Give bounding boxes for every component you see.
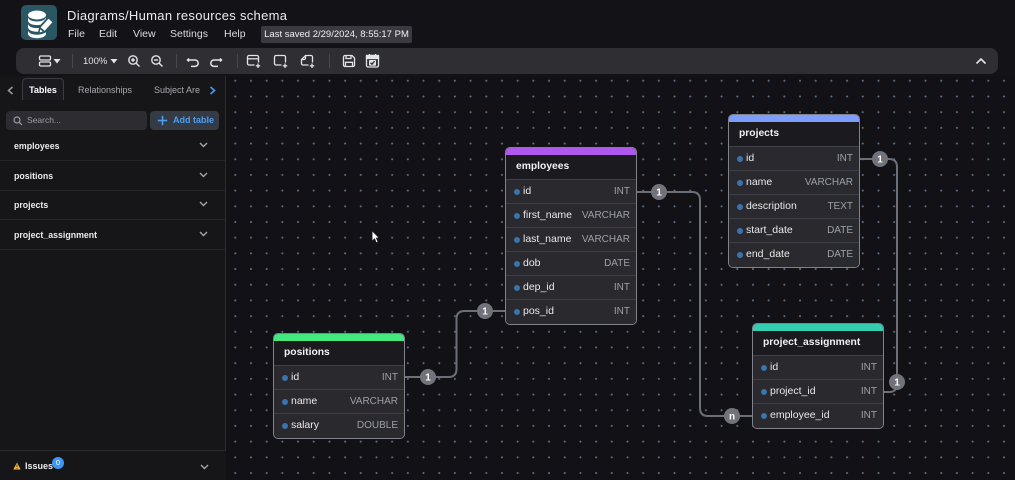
svg-text:1: 1 — [425, 373, 431, 384]
svg-text:1: 1 — [656, 188, 662, 199]
svg-text:1: 1 — [894, 378, 900, 389]
svg-text:1: 1 — [482, 307, 488, 318]
svg-text:n: n — [729, 412, 735, 423]
svg-text:1: 1 — [877, 155, 883, 166]
